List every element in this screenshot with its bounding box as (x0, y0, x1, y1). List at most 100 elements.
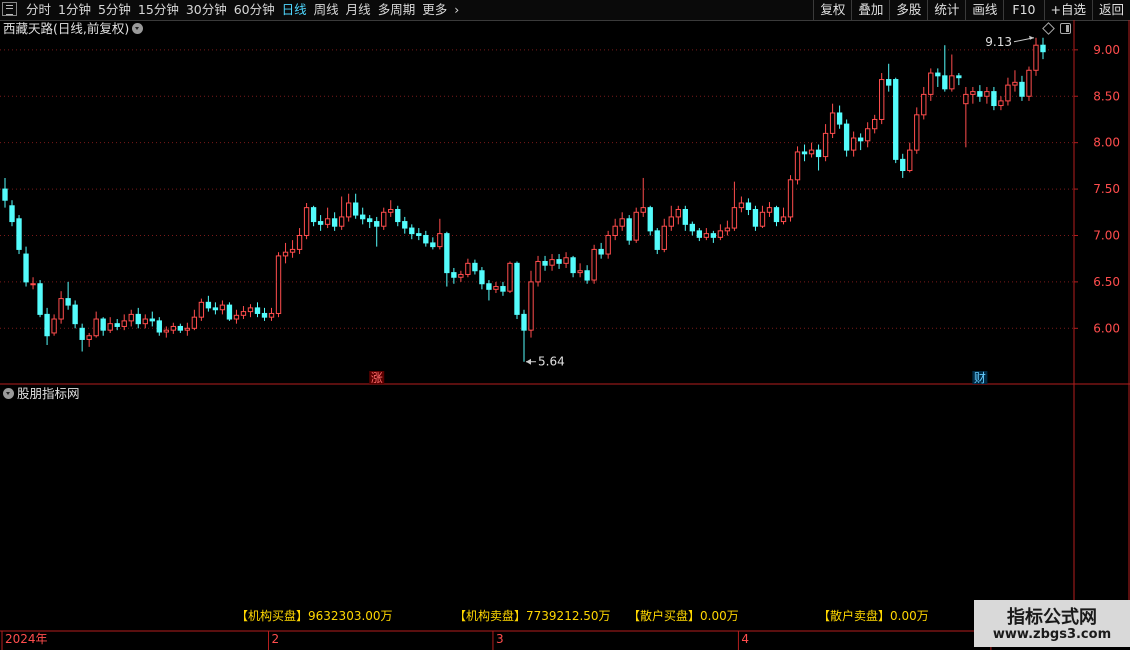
candle (331, 212, 338, 231)
candle-body (142, 318, 148, 325)
candlestick-chart[interactable]: 6.006.507.007.508.008.509.009.135.64涨财榜跌… (0, 0, 1130, 650)
candle (801, 144, 808, 162)
candle (395, 205, 401, 227)
candle (612, 218, 618, 241)
candle-body (689, 223, 695, 232)
indicator-label: 【散户卖盘】 (818, 608, 890, 623)
candle (991, 86, 997, 111)
candle (296, 228, 303, 255)
candle-body (766, 207, 773, 213)
candle-body (914, 114, 920, 151)
candle (23, 246, 29, 287)
candle-body (633, 211, 639, 241)
candle-body (991, 91, 997, 107)
candle (2, 177, 8, 208)
candle-body (935, 72, 941, 77)
candle-body (30, 283, 36, 286)
candle (724, 220, 731, 236)
candle-body (598, 248, 604, 255)
candle (72, 300, 78, 329)
candle-body (675, 208, 681, 218)
candle (275, 252, 282, 318)
low-arrow-head (526, 358, 531, 365)
candle-body (857, 137, 864, 142)
candle (135, 307, 141, 329)
candle (170, 322, 176, 334)
candle-body (710, 233, 717, 238)
candle-body (745, 202, 752, 210)
candle (1005, 77, 1011, 106)
watermark-title: 指标公式网 (1007, 607, 1097, 628)
candle-body (247, 307, 254, 313)
candle (815, 144, 822, 171)
candle (1033, 37, 1039, 76)
candle-body (430, 242, 436, 248)
candle (689, 221, 695, 236)
event-marker-1: 财 (974, 371, 986, 385)
candle-body (907, 149, 913, 172)
candle-body (984, 91, 990, 97)
candle (254, 302, 261, 318)
candle (177, 323, 184, 333)
candle-body (416, 233, 422, 236)
candle (549, 254, 555, 271)
candle (570, 255, 576, 278)
candle (598, 242, 604, 259)
candle-body (815, 149, 822, 158)
candle (219, 300, 226, 315)
candle-body (696, 230, 703, 238)
candle-body (921, 93, 927, 116)
high-price-label: 9.13 (985, 35, 1012, 49)
candle (437, 218, 443, 250)
candle (717, 224, 724, 241)
candle (998, 96, 1004, 111)
candle-body (191, 316, 198, 329)
candle (970, 86, 976, 104)
candle-body (86, 335, 92, 340)
candle-body (156, 320, 162, 333)
candle-body (184, 327, 191, 331)
candle (766, 202, 773, 217)
candle-body (331, 218, 338, 227)
candle-body (240, 311, 247, 316)
candle-body (626, 218, 632, 241)
candle (829, 103, 836, 139)
candle-body (100, 318, 106, 331)
candle-body (149, 318, 155, 322)
candle-body (703, 233, 710, 238)
candle-body (900, 158, 906, 172)
candle (907, 142, 913, 173)
candle (282, 242, 289, 264)
candle-body (556, 259, 562, 264)
candle-body (1033, 44, 1039, 71)
candle (465, 258, 471, 278)
candle-body (619, 218, 625, 227)
candle-body (254, 307, 261, 314)
y-tick-label: 8.50 (1093, 89, 1120, 103)
candle (240, 306, 247, 320)
candle-body (289, 248, 296, 253)
candle-body (324, 218, 331, 225)
candle (675, 205, 681, 225)
candle-body (843, 123, 850, 151)
candle (381, 207, 387, 230)
candle-body (528, 281, 534, 331)
candle-body (570, 257, 576, 274)
candle-body (1005, 84, 1011, 102)
y-tick-label: 9.00 (1093, 43, 1120, 57)
candle-body (93, 318, 99, 337)
candle-body (752, 208, 759, 227)
candle (738, 196, 745, 213)
candle-body (998, 100, 1004, 107)
candle-body (388, 208, 394, 213)
candle (780, 207, 787, 225)
candle (514, 261, 520, 320)
indicator-item-0: 【机构买盘】9632303.00万 (236, 608, 393, 623)
candle-body (114, 323, 120, 327)
candle-body (65, 298, 71, 306)
candle (191, 309, 198, 331)
indicator-item-2: 【散户买盘】0.00万 (628, 608, 739, 623)
candle (696, 228, 703, 242)
candle (661, 218, 667, 253)
candle (310, 205, 317, 227)
